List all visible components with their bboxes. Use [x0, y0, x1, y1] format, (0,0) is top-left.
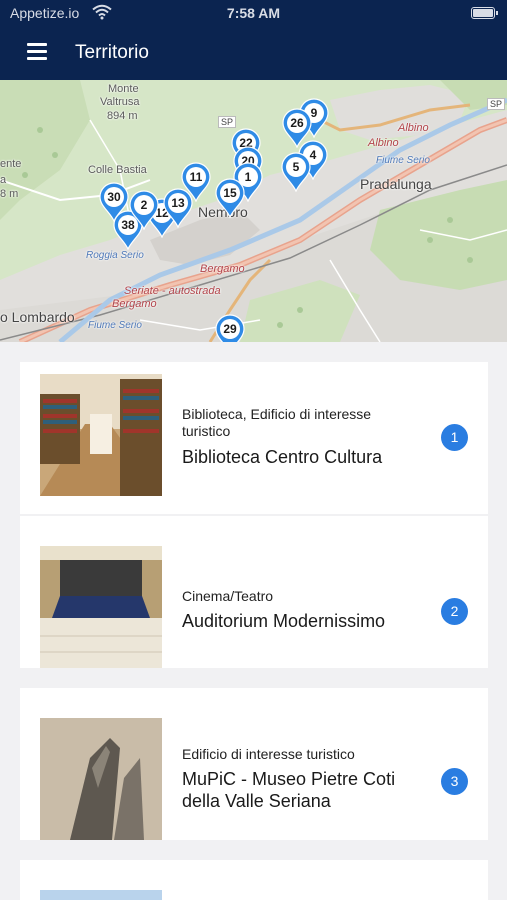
map-label: Albino [368, 137, 399, 149]
map-label: o Lombardo [0, 309, 75, 325]
map-label: Monte [108, 83, 139, 95]
map-label: Seriate - autostrada [124, 285, 221, 297]
list-item[interactable] [20, 860, 488, 900]
map-background [0, 80, 507, 342]
map-label: Bergamo [112, 298, 157, 310]
map-pin-label: 30 [107, 190, 121, 204]
place-category: Biblioteca, Edificio di interesse turist… [182, 406, 372, 439]
map-pin-label: 5 [292, 160, 300, 174]
map-pin[interactable]: 2 [128, 190, 160, 230]
map-pin-label: 29 [223, 322, 237, 336]
place-number-badge: 1 [441, 424, 468, 451]
place-name: Auditorium Modernissimo [182, 611, 386, 631]
place-number-badge: 2 [441, 598, 468, 625]
place-thumbnail [40, 546, 162, 668]
map-road-badge: SP [218, 116, 237, 128]
place-name: Biblioteca Centro Cultura [182, 447, 383, 467]
map-view[interactable]: Monte Valtrusa 894 m Colle Bastia SP SP … [0, 80, 507, 342]
map-pin-label: 15 [223, 186, 237, 200]
list-item[interactable]: Cinema/Teatro Auditorium Modernissimo 2 [20, 516, 488, 668]
map-label: Pradalunga [360, 176, 432, 192]
map-pin[interactable]: 5 [280, 152, 312, 192]
hamburger-icon [27, 43, 47, 46]
app-bar: Territorio [0, 28, 507, 80]
map-label: Fiume Serio [88, 320, 142, 331]
map-label: 894 m [107, 110, 138, 122]
page-title: Territorio [75, 42, 149, 63]
place-name: MuPiC - Museo Pietre Coti della Valle Se… [182, 769, 396, 811]
map-pin-label: 2 [140, 198, 148, 212]
place-category: Edificio di interesse turistico [182, 746, 355, 762]
map-pin[interactable]: 15 [214, 178, 246, 218]
place-thumbnail [40, 890, 162, 900]
menu-button[interactable] [20, 40, 54, 68]
status-time: 7:58 AM [226, 5, 281, 21]
map-label: ente [0, 158, 22, 170]
map-pin-label: 26 [290, 116, 304, 130]
map-label: Albino [398, 122, 429, 134]
place-number-badge: 3 [441, 768, 468, 795]
map-label: Fiume Serio [376, 155, 430, 166]
map-pin-label: 13 [171, 196, 185, 210]
hamburger-icon [27, 50, 47, 53]
list-item[interactable]: Edificio di interesse turistico MuPiC - … [20, 688, 488, 840]
map-label: Valtrusa [100, 96, 140, 108]
map-label: Roggia Serio [86, 250, 144, 261]
hamburger-icon [27, 57, 47, 60]
place-category: Cinema/Teatro [182, 588, 274, 604]
place-thumbnail [40, 718, 162, 840]
map-label: 8 m [0, 188, 19, 200]
map-pin[interactable]: 13 [162, 188, 194, 228]
map-label: a [0, 174, 7, 186]
list-item[interactable]: Biblioteca, Edificio di interesse turist… [20, 362, 488, 514]
map-label: Colle Bastia [88, 164, 147, 176]
place-thumbnail [40, 374, 162, 496]
battery-icon [471, 7, 498, 19]
map-road-badge: SP [487, 98, 506, 110]
map-pin-label: 11 [189, 170, 203, 184]
status-bar: Appetize.io 7:58 AM [0, 0, 507, 28]
map-pin[interactable]: 29 [214, 314, 246, 342]
map-label: Bergamo [200, 263, 245, 275]
